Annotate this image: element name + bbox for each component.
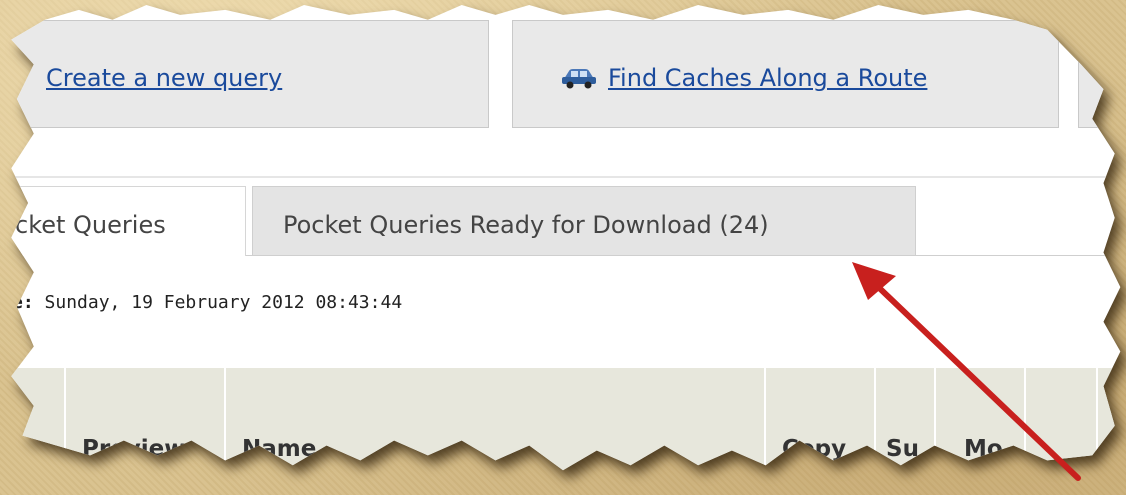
column-header-mo[interactable]: Mo — [934, 368, 1024, 471]
column-header-copy[interactable]: Copy — [764, 368, 874, 471]
updated-value: Sunday, 19 February 2012 08:43:44 — [44, 292, 403, 313]
car-icon — [560, 67, 598, 89]
last-updated-text: e: Sunday, 19 February 2012 08:43:44 — [12, 292, 402, 313]
column-header-name[interactable]: Name — [224, 368, 764, 471]
tab-ready-for-download[interactable]: Pocket Queries Ready for Download (24) — [252, 186, 916, 256]
updated-prefix: e: — [12, 292, 34, 313]
find-caches-route-link[interactable]: Find Caches Along a Route — [608, 64, 927, 92]
tab-label: Pocket Queries Ready for Download (24) — [283, 211, 769, 239]
column-header-more[interactable] — [1024, 368, 1096, 471]
tab-label: cket Queries — [15, 211, 166, 239]
extra-tool-box — [1078, 20, 1121, 128]
column-header-select — [11, 368, 64, 470]
tab-pocket-queries[interactable]: cket Queries — [11, 186, 246, 256]
tab-rule — [246, 255, 1121, 256]
divider — [11, 176, 1121, 178]
column-header-su[interactable]: Su — [874, 368, 934, 471]
torn-page: Create a new query Find Caches Along a R… — [11, 4, 1121, 471]
torn-paper-screenshot: Create a new query Find Caches Along a R… — [0, 0, 1126, 495]
column-header-more-2[interactable] — [1096, 368, 1120, 471]
create-query-link[interactable]: Create a new query — [46, 64, 282, 92]
table-header: Preview Name Copy Su Mo — [11, 368, 1121, 471]
column-header-preview[interactable]: Preview — [64, 368, 224, 471]
